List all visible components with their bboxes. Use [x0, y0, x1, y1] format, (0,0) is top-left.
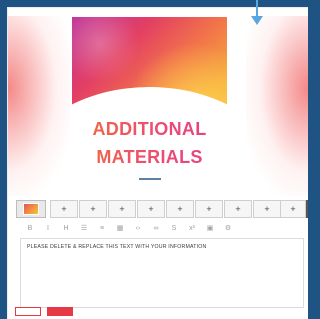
- page-thumbnail[interactable]: [16, 200, 46, 218]
- secondary-action-button[interactable]: [15, 307, 41, 316]
- action-buttons: [15, 307, 73, 317]
- settings-icon[interactable]: ⚙: [219, 221, 237, 235]
- editor-panel: ADDITIONAL MATERIALS + + + + + + + + + B…: [7, 7, 308, 319]
- add-page-slot[interactable]: +: [280, 200, 306, 218]
- right-glow-decoration: [246, 16, 308, 196]
- heading-icon[interactable]: H: [57, 221, 75, 235]
- cover-divider: [139, 178, 161, 180]
- add-page-slot[interactable]: +: [137, 200, 165, 218]
- arrow-down-icon: [251, 0, 263, 25]
- link-icon[interactable]: ∞: [147, 221, 165, 235]
- numbered-list-icon[interactable]: ≡: [93, 221, 111, 235]
- image-icon[interactable]: ▣: [201, 221, 219, 235]
- format-toolbar: B I H ☰ ≡ ▦ ‹› ∞ S x² ▣ ⚙: [21, 221, 306, 235]
- editor-placeholder-text: PLEASE DELETE & REPLACE THIS TEXT WITH Y…: [27, 244, 207, 250]
- add-page-slot[interactable]: +: [79, 200, 107, 218]
- strip-scroll-handle[interactable]: [306, 200, 308, 218]
- add-page-slot[interactable]: +: [253, 200, 281, 218]
- bold-icon[interactable]: B: [21, 221, 39, 235]
- primary-action-button[interactable]: [47, 307, 73, 316]
- add-page-slot[interactable]: +: [224, 200, 252, 218]
- add-page-slot[interactable]: +: [50, 200, 78, 218]
- thumbnail-image: [23, 203, 39, 215]
- bulleted-list-icon[interactable]: ☰: [75, 221, 93, 235]
- add-page-slot[interactable]: +: [195, 200, 223, 218]
- add-page-slot[interactable]: +: [166, 200, 194, 218]
- superscript-icon[interactable]: x²: [183, 221, 201, 235]
- italic-icon[interactable]: I: [39, 221, 57, 235]
- cover-title-line2: MATERIALS: [72, 147, 227, 168]
- add-page-slot[interactable]: +: [108, 200, 136, 218]
- strikethrough-icon[interactable]: S: [165, 221, 183, 235]
- page-strip: + + + + + + + + +: [16, 200, 308, 218]
- code-icon[interactable]: ‹›: [129, 221, 147, 235]
- table-icon[interactable]: ▦: [111, 221, 129, 235]
- text-editor[interactable]: PLEASE DELETE & REPLACE THIS TEXT WITH Y…: [20, 238, 304, 308]
- left-glow-decoration: [8, 16, 70, 196]
- cover-preview[interactable]: ADDITIONAL MATERIALS: [72, 17, 227, 195]
- cover-title-line1: ADDITIONAL: [72, 119, 227, 140]
